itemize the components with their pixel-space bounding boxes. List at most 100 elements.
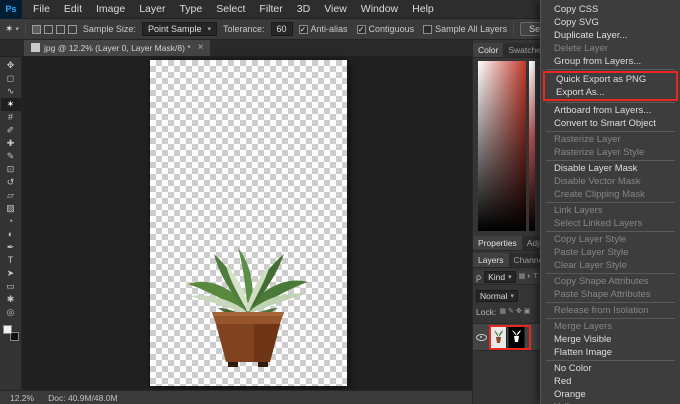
context-menu-item-orange[interactable]: Orange bbox=[541, 388, 680, 401]
checkbox-label: Sample All Layers bbox=[435, 24, 507, 34]
add-selection-icon[interactable] bbox=[44, 25, 53, 34]
tab-adjustments[interactable]: Adjustments bbox=[522, 236, 540, 250]
export-highlight-box: Quick Export as PNGExport As... bbox=[543, 71, 678, 101]
context-menu-item-create-clipping-mask: Create Clipping Mask bbox=[541, 188, 680, 201]
status-bar: 12.2% Doc: 40.9M/48.0M bbox=[0, 390, 472, 404]
context-menu-item-quick-export-as-png[interactable]: Quick Export as PNG bbox=[545, 73, 676, 86]
subtract-selection-icon[interactable] bbox=[56, 25, 65, 34]
context-menu-item-export-as[interactable]: Export As... bbox=[545, 86, 676, 99]
tab-channels[interactable]: Channels bbox=[509, 253, 540, 267]
marquee-tool[interactable]: ◻ bbox=[1, 72, 21, 85]
context-menu-item-convert-to-smart-object[interactable]: Convert to Smart Object bbox=[541, 117, 680, 130]
context-menu-item-clear-layer-style: Clear Layer Style bbox=[541, 259, 680, 272]
context-menu-item-duplicate-layer[interactable]: Duplicate Layer... bbox=[541, 29, 680, 42]
layer-thumbnail[interactable] bbox=[491, 327, 506, 348]
lock-label: Lock: bbox=[476, 307, 496, 317]
color-ramp-slider[interactable] bbox=[529, 61, 535, 231]
filter-search-icon: ρ bbox=[476, 272, 481, 282]
canvas-area[interactable] bbox=[22, 57, 472, 390]
color-picker-field[interactable] bbox=[478, 61, 526, 231]
context-menu-item-group-from-layers[interactable]: Group from Layers... bbox=[541, 55, 680, 68]
eraser-tool[interactable]: ▱ bbox=[1, 189, 21, 202]
tab-properties[interactable]: Properties bbox=[473, 236, 522, 250]
intersect-selection-icon[interactable] bbox=[68, 25, 77, 34]
properties-tabs: PropertiesAdjustments bbox=[473, 236, 540, 251]
context-menu-item-copy-css[interactable]: Copy CSS bbox=[541, 3, 680, 16]
lock-all-icon[interactable]: ▣ bbox=[524, 307, 531, 317]
context-menu-separator bbox=[546, 102, 675, 103]
zoom-tool[interactable]: ◎ bbox=[1, 306, 21, 319]
tab-color[interactable]: Color bbox=[473, 43, 503, 57]
sample-size-dropdown[interactable]: Point Sample ▾ bbox=[142, 22, 217, 36]
hand-tool[interactable]: ✱ bbox=[1, 293, 21, 306]
path-select-tool[interactable]: ➤ bbox=[1, 267, 21, 280]
document-thumbnail-icon bbox=[31, 43, 40, 52]
menu-item-view[interactable]: View bbox=[317, 3, 354, 15]
menu-item-help[interactable]: Help bbox=[405, 3, 441, 15]
kind-dropdown[interactable]: Kind ▾ bbox=[484, 271, 516, 283]
quick-selection-tool[interactable]: ✶ bbox=[1, 98, 21, 111]
layer-row[interactable] bbox=[473, 323, 541, 351]
magic-wand-icon: ✶ bbox=[5, 24, 13, 35]
blur-tool[interactable]: ◔ bbox=[1, 215, 21, 228]
context-menu-separator bbox=[546, 273, 675, 274]
tolerance-input[interactable]: 60 bbox=[271, 22, 293, 36]
menu-item-window[interactable]: Window bbox=[354, 3, 405, 15]
new-selection-icon[interactable] bbox=[32, 25, 41, 34]
filter-adjustment-layers-icon[interactable]: ◐ bbox=[527, 272, 531, 282]
foreground-color-swatch[interactable] bbox=[3, 325, 12, 334]
context-menu-item-copy-svg[interactable]: Copy SVG bbox=[541, 16, 680, 29]
filter-type-layers-icon[interactable]: T bbox=[534, 272, 538, 282]
context-menu-item-flatten-image[interactable]: Flatten Image bbox=[541, 346, 680, 359]
pen-tool[interactable]: ✒ bbox=[1, 241, 21, 254]
healing-brush-tool[interactable]: ✚ bbox=[1, 137, 21, 150]
menu-item-image[interactable]: Image bbox=[89, 3, 132, 15]
history-brush-tool[interactable]: ↺ bbox=[1, 176, 21, 189]
menu-item-edit[interactable]: Edit bbox=[57, 3, 89, 15]
context-menu-item-artboard-from-layers[interactable]: Artboard from Layers... bbox=[541, 104, 680, 117]
crop-tool[interactable]: # bbox=[1, 111, 21, 124]
tab-swatches[interactable]: Swatches bbox=[503, 43, 540, 57]
lasso-tool[interactable]: ∿ bbox=[1, 85, 21, 98]
context-menu-item-merge-visible[interactable]: Merge Visible bbox=[541, 333, 680, 346]
dodge-tool[interactable]: ◐ bbox=[1, 228, 21, 241]
context-menu-item-red[interactable]: Red bbox=[541, 375, 680, 388]
menu-item-type[interactable]: Type bbox=[172, 3, 209, 15]
document-tab[interactable]: jpg @ 12.2% (Layer 0, Layer Mask/8) * × bbox=[24, 39, 210, 56]
checkbox-anti-alias[interactable]: ✓Anti-alias bbox=[299, 24, 348, 34]
layer-visibility-eye-icon[interactable] bbox=[475, 331, 488, 343]
type-tool[interactable]: T bbox=[1, 254, 21, 267]
zoom-level[interactable]: 12.2% bbox=[10, 393, 34, 403]
checkbox-contiguous[interactable]: ✓Contiguous bbox=[357, 24, 415, 34]
filter-pixel-layers-icon[interactable]: ▦ bbox=[519, 272, 526, 282]
eyedropper-tool[interactable]: ✐ bbox=[1, 124, 21, 137]
layer-mask-thumbnail[interactable] bbox=[509, 327, 524, 348]
context-menu-item-no-color[interactable]: No Color bbox=[541, 362, 680, 375]
context-menu-separator bbox=[546, 202, 675, 203]
menu-item-layer[interactable]: Layer bbox=[132, 3, 172, 15]
blend-mode-dropdown[interactable]: Normal ▾ bbox=[476, 290, 518, 302]
context-menu-item-disable-layer-mask[interactable]: Disable Layer Mask bbox=[541, 162, 680, 175]
tab-layers[interactable]: Layers bbox=[473, 253, 509, 267]
lock-transparency-icon[interactable]: ▦ bbox=[499, 307, 506, 317]
context-menu-item-select-linked-layers: Select Linked Layers bbox=[541, 217, 680, 230]
menu-item-select[interactable]: Select bbox=[209, 3, 252, 15]
menu-item-filter[interactable]: Filter bbox=[252, 3, 289, 15]
active-tool-preview[interactable]: ✶ ▾ bbox=[5, 24, 19, 35]
move-tool[interactable]: ✥ bbox=[1, 59, 21, 72]
menu-item-file[interactable]: File bbox=[26, 3, 57, 15]
color-swatch-widget[interactable] bbox=[3, 325, 19, 341]
tolerance-label: Tolerance: bbox=[223, 24, 265, 34]
context-menu-item-link-layers: Link Layers bbox=[541, 204, 680, 217]
shape-tool[interactable]: ▭ bbox=[1, 280, 21, 293]
gradient-tool[interactable]: ▨ bbox=[1, 202, 21, 215]
context-menu: Copy CSSCopy SVGDuplicate Layer...Delete… bbox=[540, 0, 680, 404]
brush-tool[interactable]: ✎ bbox=[1, 150, 21, 163]
close-tab-icon[interactable]: × bbox=[198, 42, 204, 53]
menu-item-3d[interactable]: 3D bbox=[290, 3, 317, 15]
document-canvas[interactable] bbox=[150, 60, 347, 386]
clone-stamp-tool[interactable]: ⊡ bbox=[1, 163, 21, 176]
lock-position-icon[interactable]: ✥ bbox=[516, 307, 522, 317]
lock-pixels-icon[interactable]: ✎ bbox=[508, 307, 514, 317]
checkbox-sample-all-layers[interactable]: Sample All Layers bbox=[423, 24, 507, 34]
